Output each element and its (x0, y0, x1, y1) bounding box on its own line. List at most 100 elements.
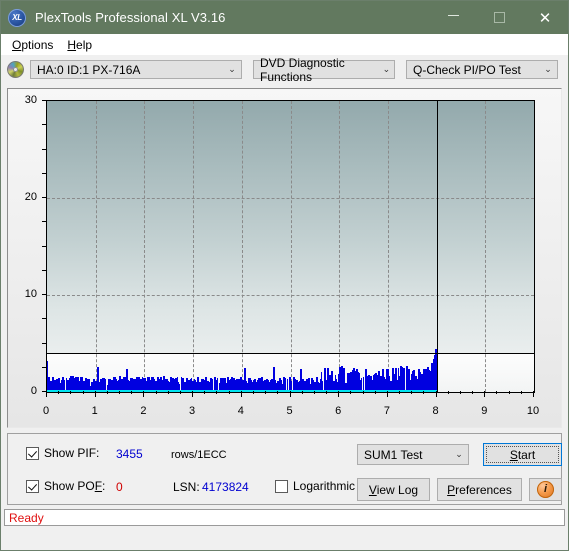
pi-po-plot (46, 100, 535, 393)
checkbox-icon (26, 446, 39, 460)
x-axis-tick (70, 391, 72, 394)
x-axis-tick (46, 391, 47, 397)
y-axis-tick (42, 124, 46, 126)
y-axis-tick-label: 10 (24, 288, 37, 300)
sum-test-select[interactable]: SUM1 Test ⌄ (357, 444, 469, 465)
view-log-button[interactable]: View Log (357, 478, 430, 501)
info-icon: i (537, 481, 554, 498)
y-axis-tick-label: 20 (24, 191, 37, 203)
gridline-vertical (95, 101, 97, 392)
test-select-value: Q-Check PI/PO Test (413, 62, 521, 77)
x-axis-tick (459, 391, 461, 394)
gridline-horizontal (47, 198, 534, 199)
pof-line (47, 390, 437, 392)
y-axis-tick (42, 269, 46, 271)
test-select[interactable]: Q-Check PI/PO Test ⌄ (406, 60, 558, 79)
x-axis-tick-label: 7 (383, 405, 390, 417)
maximize-icon[interactable] (476, 1, 522, 34)
x-axis-tick (423, 391, 425, 394)
x-axis-tick-label: 1 (91, 405, 98, 417)
disc-drive-icon (7, 61, 24, 78)
preferences-button[interactable]: Preferences (437, 478, 522, 501)
show-pof-label: Show POF: (44, 479, 106, 493)
x-axis-tick (435, 391, 437, 397)
x-axis-tick (228, 391, 230, 394)
x-axis-tick (265, 391, 267, 394)
start-button[interactable]: Start (483, 443, 562, 466)
pif-threshold-line (47, 353, 534, 355)
window-controls: ✕ (430, 1, 568, 34)
y-axis-tick (42, 221, 46, 223)
gridline-horizontal (47, 295, 534, 296)
show-pof-checkbox[interactable]: Show POF: (26, 479, 105, 493)
gridline-vertical (290, 101, 292, 392)
menu-bar: Options Help (1, 34, 568, 55)
x-axis-tick (204, 391, 206, 394)
x-axis-tick (143, 391, 145, 397)
x-axis-tick (58, 391, 60, 394)
x-axis-tick (240, 391, 242, 397)
x-axis-tick (313, 391, 315, 394)
y-axis-tick-label: 0 (30, 385, 37, 397)
x-axis-tick-label: 5 (286, 405, 293, 417)
drive-select-value: HA:0 ID:1 PX-716A (37, 62, 141, 77)
pif-bar (428, 370, 430, 392)
x-axis-tick (131, 391, 133, 394)
x-axis-tick (289, 391, 291, 397)
sum-test-select-value: SUM1 Test (364, 447, 423, 462)
menu-item-options[interactable]: Options (7, 36, 62, 54)
title-bar: XL PlexTools Professional XL V3.16 ✕ (1, 1, 568, 34)
logarithmic-checkbox[interactable]: Logarithmic (275, 479, 355, 493)
pif-bar (403, 368, 405, 392)
x-axis-tick (106, 391, 108, 394)
x-axis-tick-label: 10 (526, 405, 540, 417)
x-axis-tick-label: 2 (140, 405, 147, 417)
lsn-label: LSN: (173, 480, 200, 494)
x-axis-tick (472, 391, 474, 394)
logarithmic-label: Logarithmic (293, 479, 356, 493)
menu-item-help[interactable]: Help (62, 36, 101, 54)
pif-bar (378, 371, 380, 392)
x-axis-tick (94, 391, 96, 397)
x-axis-tick (484, 391, 486, 397)
show-pif-label: Show PIF: (44, 446, 100, 460)
controls-panel: Show PIF: 3455 rows/1ECC Show POF: 0 LSN… (7, 433, 562, 505)
function-select[interactable]: DVD Diagnostic Functions ⌄ (253, 56, 395, 84)
checkbox-icon (275, 479, 288, 493)
drive-select[interactable]: HA:0 ID:1 PX-716A ⌄ (30, 60, 242, 79)
pif-units-label: rows/1ECC (171, 449, 227, 461)
y-axis-tick (42, 148, 46, 150)
chevron-down-icon: ⌄ (228, 64, 236, 74)
data-end-marker (436, 101, 438, 392)
chevron-down-icon: ⌄ (382, 64, 391, 74)
x-axis-tick (119, 391, 121, 394)
show-pif-checkbox[interactable]: Show PIF: (26, 446, 99, 460)
function-select-value: DVD Diagnostic Functions (260, 55, 345, 84)
status-text: Ready (9, 510, 44, 525)
x-axis-tick (533, 391, 534, 397)
x-axis-tick (411, 391, 413, 394)
x-axis-tick-label: 3 (189, 405, 196, 417)
y-axis-tick (42, 197, 46, 198)
x-axis-tick (277, 391, 279, 394)
gridline-vertical (339, 101, 341, 392)
x-axis-tick (216, 391, 218, 394)
checkbox-icon (26, 479, 39, 493)
status-bar: Ready (4, 509, 565, 526)
app-logo-label: XL (12, 12, 22, 22)
x-axis-tick (301, 391, 303, 394)
plextools-window: XL PlexTools Professional XL V3.16 ✕ Opt… (0, 0, 569, 551)
close-icon[interactable]: ✕ (522, 1, 568, 34)
x-axis-tick (399, 391, 401, 394)
info-button[interactable]: i (529, 478, 562, 501)
x-axis-tick (362, 391, 364, 394)
pif-bar (342, 367, 345, 392)
toolbar: HA:0 ID:1 PX-716A ⌄ DVD Diagnostic Funct… (1, 55, 568, 84)
x-axis-tick (326, 391, 328, 394)
x-axis-tick (520, 391, 522, 394)
chevron-down-icon: ⌄ (544, 64, 552, 74)
app-logo-icon: XL (8, 8, 26, 27)
gridline-vertical (193, 101, 195, 392)
x-axis-tick-label: 0 (42, 405, 50, 417)
x-axis-tick-label: 4 (237, 405, 244, 417)
